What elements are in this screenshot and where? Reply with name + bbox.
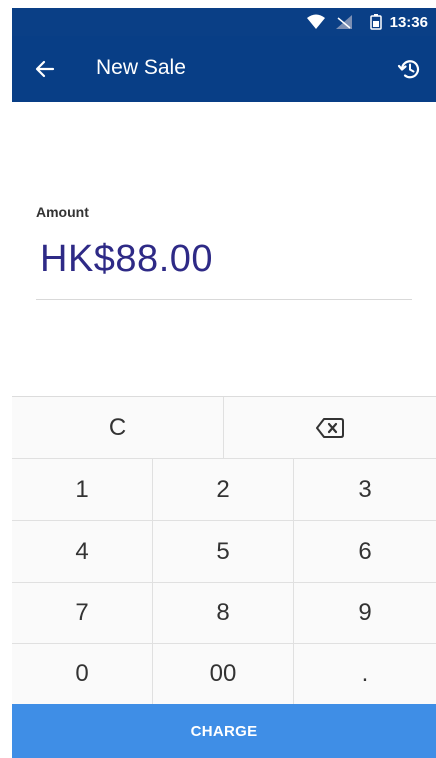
key-label: 0 xyxy=(75,660,89,687)
no-signal-icon xyxy=(334,14,354,30)
status-time: 13:36 xyxy=(389,13,428,31)
key-8[interactable]: 8 xyxy=(153,583,294,644)
charge-button[interactable]: CHARGE xyxy=(12,704,436,758)
key-3[interactable]: 3 xyxy=(294,459,436,521)
app-screen: 13:36 New Sale Amount HK$88.00 C 1 2 3 4… xyxy=(12,8,436,758)
amount-value: HK$88.00 xyxy=(40,238,214,280)
key-label: 9 xyxy=(358,599,372,626)
key-decimal[interactable]: . xyxy=(294,644,436,705)
arrow-back-icon xyxy=(35,60,55,78)
key-9[interactable]: 9 xyxy=(294,583,436,644)
key-label: 2 xyxy=(216,475,230,503)
key-label: . xyxy=(361,660,369,687)
charge-button-label: CHARGE xyxy=(190,722,258,740)
keypad: C 1 2 3 4 5 6 7 8 9 0 00 . xyxy=(12,396,436,705)
key-label: 8 xyxy=(216,599,230,626)
key-label: 1 xyxy=(75,475,89,503)
key-label: 00 xyxy=(209,660,237,687)
key-1[interactable]: 1 xyxy=(12,459,153,521)
history-button[interactable] xyxy=(394,54,424,84)
key-5[interactable]: 5 xyxy=(153,521,294,583)
backspace-icon xyxy=(316,417,344,438)
backspace-key[interactable] xyxy=(224,397,436,459)
key-7[interactable]: 7 xyxy=(12,583,153,644)
clear-key[interactable]: C xyxy=(12,397,224,459)
key-label: 3 xyxy=(358,475,372,503)
key-0[interactable]: 0 xyxy=(12,644,153,705)
status-bar: 13:36 xyxy=(12,8,436,36)
app-bar: New Sale xyxy=(12,36,436,102)
clear-key-label: C xyxy=(108,413,127,441)
history-icon xyxy=(397,60,420,79)
amount-underline xyxy=(36,299,412,300)
key-00[interactable]: 00 xyxy=(153,644,294,705)
key-label: 6 xyxy=(358,537,372,565)
key-4[interactable]: 4 xyxy=(12,521,153,583)
key-label: 7 xyxy=(75,599,89,626)
page-title: New Sale xyxy=(96,56,186,79)
battery-icon xyxy=(369,14,382,30)
wifi-icon xyxy=(306,14,326,30)
key-label: 5 xyxy=(216,537,230,565)
key-2[interactable]: 2 xyxy=(153,459,294,521)
amount-label: Amount xyxy=(36,204,89,220)
key-label: 4 xyxy=(75,537,89,565)
back-button[interactable] xyxy=(30,54,60,84)
key-6[interactable]: 6 xyxy=(294,521,436,583)
